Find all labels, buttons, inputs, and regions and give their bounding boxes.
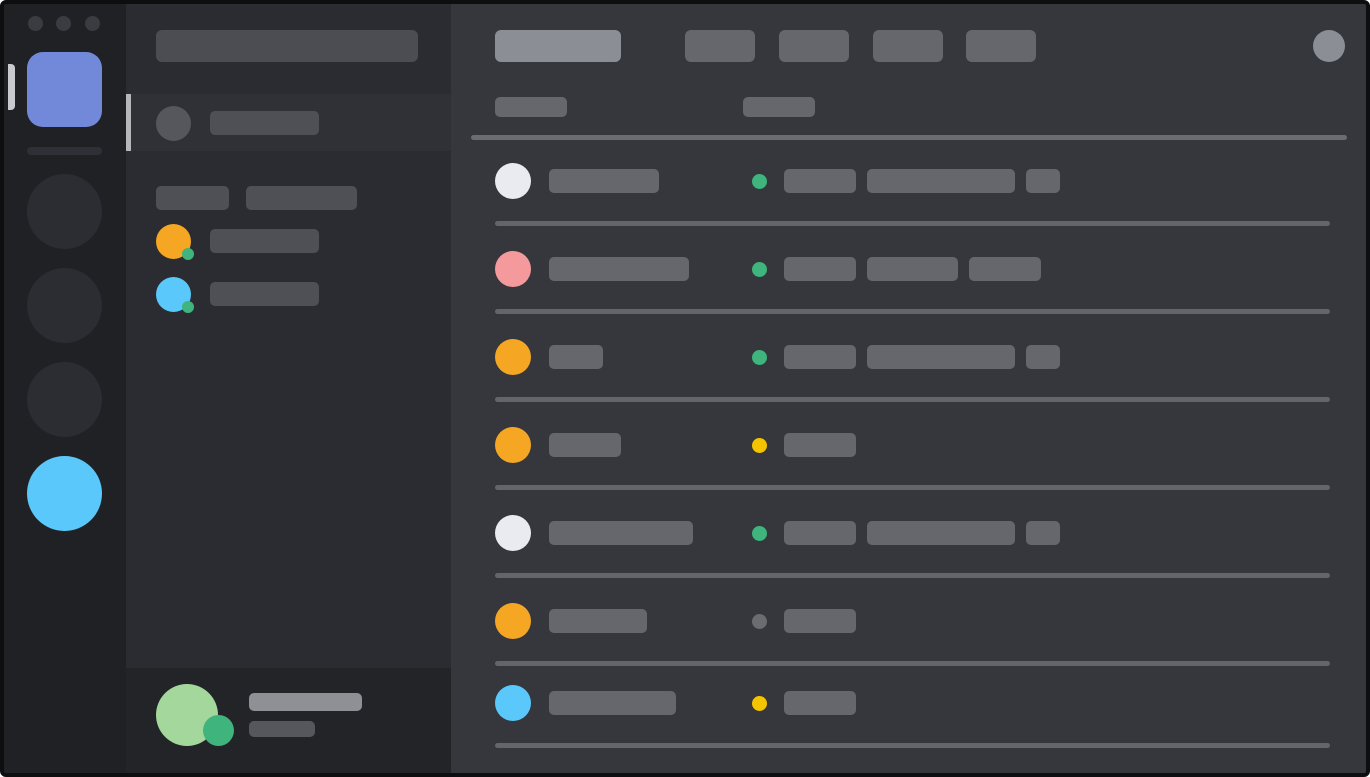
window-maximize-button[interactable]	[85, 16, 100, 31]
tab[interactable]	[873, 30, 943, 62]
online-status-icon	[752, 526, 767, 541]
column-header-status	[743, 97, 815, 117]
user-panel	[126, 668, 451, 773]
dm-section-label	[246, 186, 357, 210]
dm-username	[210, 282, 319, 306]
tab[interactable]	[779, 30, 849, 62]
app-window	[0, 0, 1370, 777]
friends-icon	[156, 106, 191, 141]
member-activity	[1026, 521, 1060, 545]
help-icon[interactable]	[1313, 30, 1345, 62]
selected-item-indicator	[126, 94, 131, 151]
member-name	[549, 433, 621, 457]
tab-active[interactable]	[495, 30, 621, 62]
offline-status-icon	[752, 614, 767, 629]
server-icon[interactable]	[27, 174, 102, 249]
row-divider	[495, 309, 1330, 314]
avatar	[495, 251, 531, 287]
avatar	[495, 603, 531, 639]
search-input[interactable]	[156, 30, 418, 62]
member-name	[549, 609, 647, 633]
online-status-icon	[752, 350, 767, 365]
friends-nav-label	[210, 111, 319, 135]
header-divider	[471, 135, 1347, 140]
member-name	[549, 345, 603, 369]
online-status-icon	[182, 248, 194, 260]
tab[interactable]	[685, 30, 755, 62]
member-name	[549, 521, 693, 545]
member-activity	[1026, 345, 1060, 369]
member-name	[549, 169, 659, 193]
main-panel	[451, 4, 1366, 773]
member-activity	[784, 433, 856, 457]
online-status-icon	[752, 174, 767, 189]
row-divider	[495, 573, 1330, 578]
member-activity	[784, 691, 856, 715]
server-icon[interactable]	[27, 268, 102, 343]
online-status-icon	[203, 715, 234, 746]
member-activity	[867, 257, 958, 281]
dm-sidebar	[126, 4, 451, 773]
server-icon[interactable]	[27, 362, 102, 437]
member-name	[549, 257, 689, 281]
row-divider	[495, 743, 1330, 748]
row-divider	[495, 485, 1330, 490]
member-activity	[969, 257, 1041, 281]
tab[interactable]	[966, 30, 1036, 62]
member-name	[549, 691, 676, 715]
server-icon[interactable]	[27, 456, 102, 531]
selected-server-indicator	[8, 64, 15, 110]
member-activity	[1026, 169, 1060, 193]
member-activity	[784, 169, 856, 193]
rail-separator	[27, 147, 102, 155]
user-tag	[249, 721, 315, 737]
window-minimize-button[interactable]	[56, 16, 71, 31]
dm-username	[210, 229, 319, 253]
dm-section-label	[156, 186, 229, 210]
column-header-name	[495, 97, 567, 117]
row-divider	[495, 397, 1330, 402]
member-activity	[784, 257, 856, 281]
member-activity	[867, 521, 1015, 545]
member-activity	[784, 609, 856, 633]
row-divider	[495, 661, 1330, 666]
avatar	[495, 427, 531, 463]
online-status-icon	[182, 301, 194, 313]
member-activity	[867, 169, 1015, 193]
row-divider	[495, 221, 1330, 226]
avatar	[495, 685, 531, 721]
avatar	[495, 339, 531, 375]
idle-status-icon	[752, 696, 767, 711]
member-activity	[784, 345, 856, 369]
member-activity	[867, 345, 1015, 369]
avatar	[495, 163, 531, 199]
window-close-button[interactable]	[28, 16, 43, 31]
server-icon-home[interactable]	[27, 52, 102, 127]
member-activity	[784, 521, 856, 545]
server-rail	[4, 4, 126, 773]
idle-status-icon	[752, 438, 767, 453]
online-status-icon	[752, 262, 767, 277]
user-display-name	[249, 693, 362, 711]
avatar	[495, 515, 531, 551]
